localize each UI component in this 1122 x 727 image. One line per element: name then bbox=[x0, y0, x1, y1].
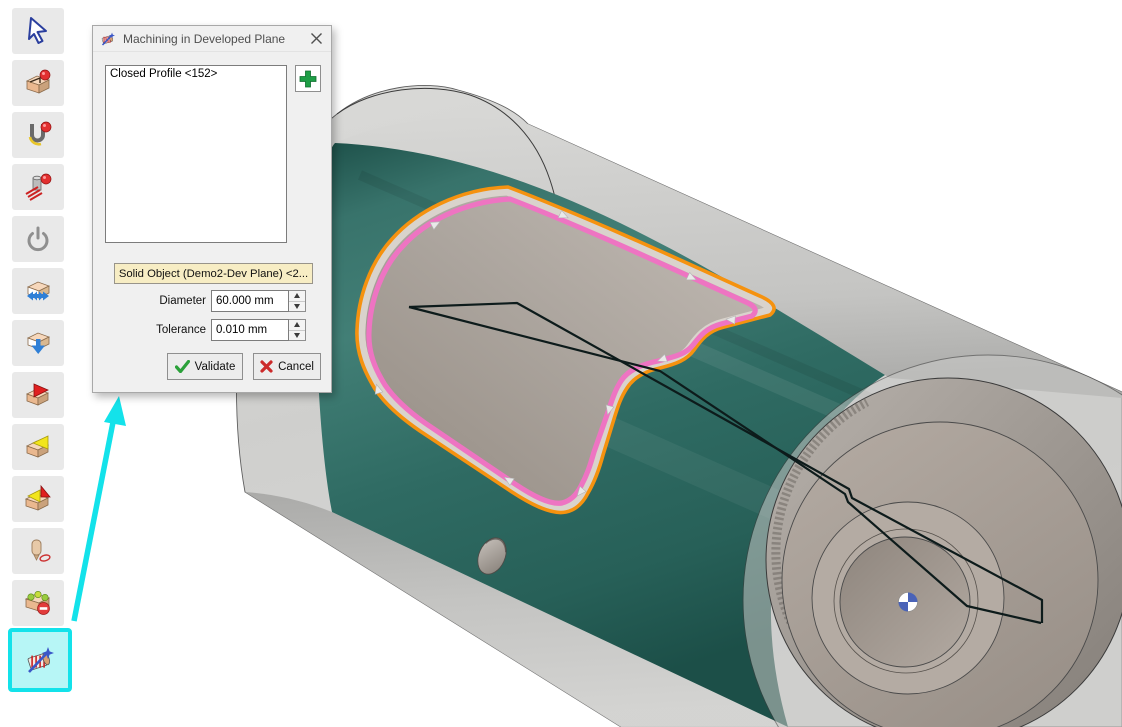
diameter-spinner-down[interactable] bbox=[289, 302, 305, 312]
cancel-x-icon bbox=[260, 360, 273, 373]
diameter-input[interactable] bbox=[211, 290, 289, 312]
toolbar-button-box-arrow-horizontal[interactable] bbox=[12, 268, 64, 314]
add-profile-button[interactable] bbox=[295, 65, 321, 92]
cancel-label: Cancel bbox=[278, 361, 314, 373]
pointer-select-icon bbox=[21, 14, 55, 48]
tolerance-row: Tolerance bbox=[93, 319, 331, 341]
toolbar-button-box-flag-red[interactable] bbox=[12, 372, 64, 418]
dialog-buttons: Validate Cancel bbox=[93, 353, 331, 380]
tolerance-label: Tolerance bbox=[93, 324, 211, 336]
cancel-button[interactable]: Cancel bbox=[253, 353, 321, 380]
tolerance-input[interactable] bbox=[211, 319, 289, 341]
power-toggle-icon bbox=[21, 222, 55, 256]
drill-bit-ellipse-icon bbox=[21, 534, 55, 568]
add-profile-icon bbox=[298, 69, 318, 89]
diameter-row: Diameter bbox=[93, 290, 331, 312]
close-icon bbox=[310, 32, 323, 45]
machining-dialog: Machining in Developed Plane Closed Prof… bbox=[92, 25, 332, 393]
diameter-spinner-up[interactable] bbox=[289, 291, 305, 302]
tolerance-spinner-down[interactable] bbox=[289, 331, 305, 341]
toolbar-button-power-toggle[interactable] bbox=[12, 216, 64, 262]
box-flag-yellow-icon bbox=[21, 430, 55, 464]
box-spheres-forbidden-icon bbox=[21, 586, 55, 620]
diameter-label: Diameter bbox=[93, 295, 211, 307]
toolbar-button-machining-developed-plane[interactable] bbox=[8, 628, 72, 692]
machining-developed-plane-icon bbox=[24, 644, 56, 676]
dialog-close-button[interactable] bbox=[308, 31, 324, 47]
box-arrow-horizontal-icon bbox=[21, 274, 55, 308]
solid-object-button[interactable]: Solid Object (Demo2-Dev Plane) <2... bbox=[114, 263, 313, 284]
toolbar-button-pointer-select[interactable] bbox=[12, 8, 64, 54]
box-arrow-down-icon bbox=[21, 326, 55, 360]
toolbar-button-box-arrow-down[interactable] bbox=[12, 320, 64, 366]
turning-tool-red-dot-icon bbox=[21, 170, 55, 204]
stock-box-red-dot-icon bbox=[21, 66, 55, 100]
machining-developed-plane-title-icon bbox=[100, 31, 116, 47]
validate-check-icon bbox=[175, 360, 190, 373]
toolbar-button-stock-box-red-dot[interactable] bbox=[12, 60, 64, 106]
dialog-title-bar[interactable]: Machining in Developed Plane bbox=[93, 26, 331, 52]
diameter-spinner bbox=[289, 290, 306, 312]
toolbar-button-turning-tool-red-dot[interactable] bbox=[12, 164, 64, 210]
validate-button[interactable]: Validate bbox=[167, 353, 243, 380]
toolbar-button-box-flags-yellow-red[interactable] bbox=[12, 476, 64, 522]
validate-label: Validate bbox=[195, 361, 236, 373]
tolerance-spinner bbox=[289, 319, 306, 341]
toolbar-button-box-spheres-forbidden[interactable] bbox=[12, 580, 64, 626]
box-flag-red-icon bbox=[21, 378, 55, 412]
toolbar-button-box-flag-yellow[interactable] bbox=[12, 424, 64, 470]
dialog-title: Machining in Developed Plane bbox=[123, 32, 308, 46]
box-flags-yellow-red-icon bbox=[21, 482, 55, 516]
profile-list-item[interactable]: Closed Profile <152> bbox=[106, 66, 286, 82]
toolbar bbox=[12, 0, 72, 727]
tolerance-spinner-up[interactable] bbox=[289, 320, 305, 331]
toolbar-button-drill-bit-ellipse[interactable] bbox=[12, 528, 64, 574]
toolbar-button-drill-tool-red-dot[interactable] bbox=[12, 112, 64, 158]
drill-tool-red-dot-icon bbox=[21, 118, 55, 152]
profile-listbox[interactable]: Closed Profile <152> bbox=[105, 65, 287, 243]
origin-marker bbox=[899, 593, 918, 612]
